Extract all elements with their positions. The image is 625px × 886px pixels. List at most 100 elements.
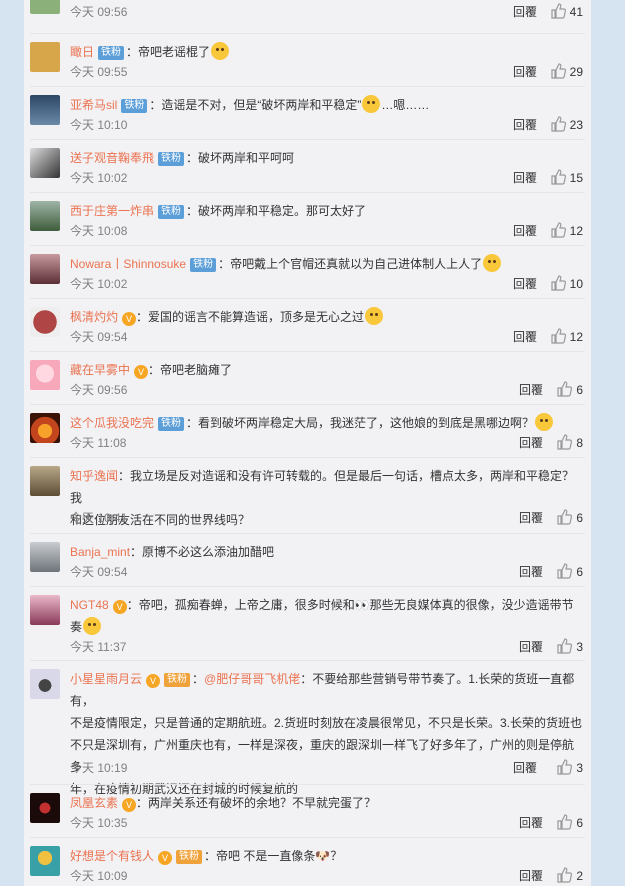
like-count: 12: [569, 330, 583, 344]
fan-badge[interactable]: 铁粉: [164, 673, 191, 687]
list-item: 枫清灼灼 V ：爱国的谣言不能算造谣，顶多是无心之过 今天 09:54 回覆 12: [30, 298, 585, 351]
reply-button[interactable]: 回覆: [519, 380, 543, 400]
list-item: 今天 09:56 回覆 41: [30, 0, 585, 26]
fan-badge[interactable]: 铁粉: [98, 46, 125, 60]
avatar[interactable]: [30, 0, 60, 14]
like-count: 6: [576, 816, 583, 830]
username[interactable]: 小星星雨月云: [70, 672, 142, 686]
comment-content: 西于庄第一炸串 铁粉 ：破坏两岸和平稳定。那可太好了: [70, 200, 585, 222]
username[interactable]: 好想是个有钱人: [70, 849, 154, 863]
username[interactable]: Nowara丨Shinnosuke: [70, 257, 186, 271]
like-button[interactable]: 29: [550, 62, 583, 82]
vip-icon[interactable]: V: [146, 674, 161, 688]
reply-button[interactable]: 回覆: [519, 813, 543, 833]
comment-content: 枫清灼灼 V ：爱国的谣言不能算造谣，顶多是无心之过: [70, 306, 585, 328]
fan-badge[interactable]: 铁粉: [158, 417, 185, 431]
like-button[interactable]: 8: [556, 433, 583, 453]
reply-button[interactable]: 回覆: [513, 274, 537, 294]
avatar[interactable]: [30, 595, 60, 625]
reply-button[interactable]: 回覆: [513, 221, 537, 241]
vip-icon[interactable]: V: [112, 600, 127, 614]
comment-meta: 今天 10:02 回覆 15: [70, 168, 585, 188]
reply-button[interactable]: 回覆: [513, 62, 537, 82]
username[interactable]: 枫清灼灼: [70, 310, 118, 324]
like-count: 6: [576, 383, 583, 397]
fan-badge[interactable]: 铁粉: [121, 99, 148, 113]
comment-content: 凤凰玄素 V ：两岸关系还有破坏的余地？不早就完蛋了？: [70, 792, 585, 814]
avatar[interactable]: [30, 793, 60, 823]
reply-button[interactable]: 回覆: [513, 115, 537, 135]
like-button[interactable]: 10: [550, 274, 583, 294]
like-button[interactable]: 15: [550, 168, 583, 188]
avatar[interactable]: [30, 307, 60, 337]
reply-button[interactable]: 回覆: [513, 758, 537, 778]
username[interactable]: 亚希马sil: [70, 98, 117, 112]
comment-meta: 今天 11:37 回覆 3: [70, 637, 585, 657]
username[interactable]: 西于庄第一炸串: [70, 204, 154, 218]
list-item: Banja_mint：原博不必这么添油加醋吧 今天 09:54 回覆 6: [30, 533, 585, 586]
like-button[interactable]: 6: [556, 562, 583, 582]
mention-link[interactable]: @肥仔哥哥飞机佬: [204, 672, 300, 686]
comment-text-line2: 奏: [70, 620, 83, 634]
like-button[interactable]: 41: [550, 2, 583, 22]
like-button[interactable]: 2: [556, 866, 583, 886]
like-button[interactable]: 6: [556, 380, 583, 400]
like-count: 15: [569, 171, 583, 185]
username[interactable]: 凤凰玄素: [70, 796, 118, 810]
username[interactable]: NGT48: [70, 598, 109, 612]
username[interactable]: Banja_mint: [70, 545, 130, 559]
like-button[interactable]: 23: [550, 115, 583, 135]
colon: ：: [192, 672, 205, 686]
comment-content: 小星星雨月云 V 铁粉 ：@肥仔哥哥飞机佬：不要给那些营销号带节奏了。1.长荣的货班一…: [70, 668, 585, 800]
reply-button[interactable]: 回覆: [513, 2, 537, 22]
fan-badge[interactable]: 铁粉: [190, 258, 217, 272]
comment-time: 今天 10:10: [70, 118, 128, 132]
thumbs-up-icon: [551, 3, 566, 19]
like-button[interactable]: 3: [556, 758, 583, 778]
like-button[interactable]: 3: [556, 637, 583, 657]
username[interactable]: 藏在早雾中: [70, 363, 130, 377]
avatar[interactable]: [30, 466, 60, 496]
avatar[interactable]: [30, 254, 60, 284]
like-button[interactable]: 12: [550, 221, 583, 241]
reply-button[interactable]: 回覆: [513, 327, 537, 347]
vip-icon[interactable]: V: [134, 365, 149, 379]
avatar[interactable]: [30, 413, 60, 443]
avatar[interactable]: [30, 360, 60, 390]
username[interactable]: 送子观音鞠奉飛: [70, 151, 154, 165]
vip-icon[interactable]: V: [122, 798, 137, 812]
avatar[interactable]: [30, 846, 60, 876]
comment-meta: 今天 10:35 回覆 6: [70, 813, 585, 833]
fan-badge[interactable]: 铁粉: [158, 152, 185, 166]
username[interactable]: 这个瓜我没吃完: [70, 416, 154, 430]
avatar[interactable]: [30, 148, 60, 178]
reply-button[interactable]: 回覆: [519, 433, 543, 453]
thumbs-up-icon: [551, 116, 566, 132]
like-button[interactable]: 6: [556, 508, 583, 528]
reply-button[interactable]: 回覆: [519, 866, 543, 886]
avatar[interactable]: [30, 201, 60, 231]
like-button[interactable]: 6: [556, 813, 583, 833]
comment-text: ：帝吧老脑瘫了: [148, 363, 233, 377]
reply-button[interactable]: 回覆: [519, 637, 543, 657]
like-count: 2: [576, 869, 583, 883]
username[interactable]: 知乎逸闻: [70, 469, 118, 483]
fan-badge[interactable]: 铁粉: [158, 205, 185, 219]
avatar[interactable]: [30, 42, 60, 72]
emoji-icon: [362, 95, 381, 113]
emoji-icon: [535, 413, 554, 431]
reply-button[interactable]: 回覆: [519, 562, 543, 582]
like-button[interactable]: 12: [550, 327, 583, 347]
avatar[interactable]: [30, 669, 60, 699]
vip-icon[interactable]: V: [122, 312, 137, 326]
reply-button[interactable]: 回覆: [513, 168, 537, 188]
vip-icon[interactable]: V: [158, 851, 173, 865]
list-item: 瞰日 铁粉 ：帝吧老谣棍了 今天 09:55 回覆 29: [30, 33, 585, 86]
username[interactable]: 瞰日: [70, 45, 94, 59]
comment-content: Nowara丨Shinnosuke 铁粉 ：帝吧戴上个官帽还真就以为自己进体制人上人…: [70, 253, 585, 275]
comment-text: ：破坏两岸和平稳定。那可太好了: [186, 204, 367, 218]
fan-badge[interactable]: 铁粉: [176, 850, 203, 864]
avatar[interactable]: [30, 95, 60, 125]
reply-button[interactable]: 回覆: [519, 508, 543, 528]
avatar[interactable]: [30, 542, 60, 572]
